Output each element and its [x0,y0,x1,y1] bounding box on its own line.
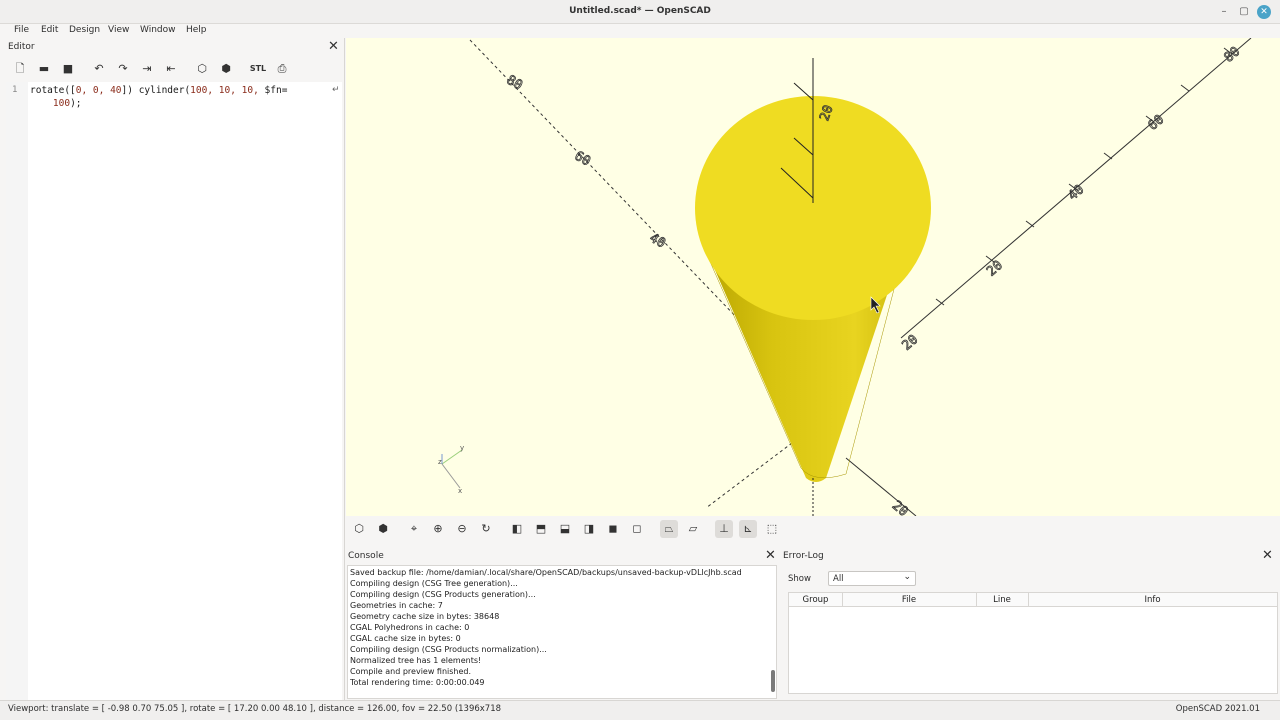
menu-bar: File Edit Design View Window Help [0,24,1280,38]
column-header-group[interactable]: Group [789,595,842,605]
console-line: CGAL Polyhedrons in cache: 0 [350,623,470,632]
view-left-icon[interactable]: ◨ [580,520,598,538]
view-front-icon[interactable]: ◼ [604,520,622,538]
console-scrollbar[interactable] [771,670,775,692]
chevron-down-icon: ⌄ [903,572,911,582]
show-scale-markers-icon[interactable]: ⊾ [739,520,757,538]
send-to-printer-icon[interactable]: ⎙ [273,60,291,78]
preview-icon[interactable]: ⬡ [193,60,211,78]
reset-view-icon[interactable]: ↻ [477,520,495,538]
column-header-file[interactable]: File [842,595,976,605]
axis-label: 20 [889,498,911,516]
menu-window[interactable]: Window [140,25,176,35]
show-filter-select[interactable]: All ⌄ [828,571,916,586]
column-header-line[interactable]: Line [976,595,1028,605]
axis-negative-y [705,442,793,509]
editor-toolbar: 🗋 ▬ ■ ↶ ↷ ⇥ ⇤ ⬡ ⬢ STL ⎙ [8,60,338,80]
zoom-out-icon[interactable]: ⊖ [453,520,471,538]
axis-label: 20 [900,332,922,354]
console-line: Total rendering time: 0:00:00.049 [350,678,485,687]
console-title: Console [348,551,384,561]
menu-file[interactable]: File [14,25,29,35]
line-number: 1 [12,85,18,95]
window-title: Untitled.scad* — OpenSCAD [569,6,711,16]
perspective-icon[interactable]: ⏢ [660,520,678,538]
console-line: Compiling design (CSG Products generatio… [350,590,536,599]
viewport-status: Viewport: translate = [ -0.98 0.70 75.05… [8,704,502,714]
error-table-header: Group File Line Info [789,593,1277,607]
svg-text:x: x [458,487,462,495]
code-editor[interactable]: 1 rotate([0, 0, 40]) cylinder(100, 10, 1… [6,82,342,700]
console-line: Compiling design (CSG Products normaliza… [350,645,547,654]
column-header-info[interactable]: Info [1028,595,1277,605]
title-bar: Untitled.scad* — OpenSCAD – ▢ ✕ [0,0,1280,24]
error-log-panel: Error-Log ✕ Show All ⌄ Group File Line I… [780,548,1280,700]
axis-label: 20 [984,258,1006,280]
open-file-icon[interactable]: ▬ [35,60,53,78]
show-edges-icon[interactable]: ⬚ [763,520,781,538]
close-icon[interactable]: ✕ [1262,548,1273,563]
axis-label: 80 [504,73,525,94]
status-bar: Viewport: translate = [ -0.98 0.70 75.05… [0,700,1280,720]
menu-view[interactable]: View [108,25,129,35]
svg-text:y: y [460,444,464,452]
orthogonal-icon[interactable]: ▱ [684,520,702,538]
axis-label: 40 [1066,182,1088,204]
export-stl-icon[interactable]: STL [249,60,267,78]
close-window-icon[interactable]: ✕ [1257,5,1271,19]
editor-panel: Editor ✕ 🗋 ▬ ■ ↶ ↷ ⇥ ⇤ ⬡ ⬢ STL ⎙ 1 rotat… [0,38,345,700]
zoom-in-icon[interactable]: ⊕ [429,520,447,538]
render-icon[interactable]: ⬢ [217,60,235,78]
3d-viewport[interactable]: 80 60 40 20 20 40 60 80 20 20 z x y [346,38,1280,516]
undo-icon[interactable]: ↶ [90,60,108,78]
menu-design[interactable]: Design [69,25,100,35]
view-all-icon[interactable]: ⌖ [405,520,423,538]
redo-icon[interactable]: ↷ [114,60,132,78]
view-toolbar: ⬡ ⬢ ⌖ ⊕ ⊖ ↻ ◧ ⬒ ⬓ ◨ ◼ ◻ ⏢ ▱ ⊥ ⊾ ⬚ [346,516,1280,542]
show-label: Show [788,574,811,584]
console-line: Compile and preview finished. [350,667,472,676]
axis-label: 60 [572,149,593,170]
view-right-icon[interactable]: ◧ [508,520,526,538]
preview-icon[interactable]: ⬡ [350,520,368,538]
menu-help[interactable]: Help [186,25,207,35]
console-line: Normalized tree has 1 elements! [350,656,482,665]
viewport-canvas: 80 60 40 20 20 40 60 80 20 20 z x y [438,38,1252,516]
console-line: Geometries in cache: 7 [350,601,443,610]
console-line: Compiling design (CSG Tree generation)..… [350,579,518,588]
console-line: Geometry cache size in bytes: 38648 [350,612,500,621]
wrap-indicator-icon: ↵ [332,85,340,95]
editor-title: Editor [8,42,35,52]
view-back-icon[interactable]: ◻ [628,520,646,538]
unindent-icon[interactable]: ⇤ [162,60,180,78]
close-icon[interactable]: ✕ [328,39,339,54]
code-text: rotate([0, 0, 40]) cylinder(100, 10, 10,… [30,85,288,109]
error-log-title: Error-Log [783,551,824,561]
axes-indicator: z x y [438,444,464,495]
minimize-icon[interactable]: – [1217,5,1231,19]
console-line: CGAL cache size in bytes: 0 [350,634,461,643]
maximize-icon[interactable]: ▢ [1237,5,1251,19]
axis-label: 60 [1146,112,1168,134]
svg-text:z: z [438,458,442,466]
console-panel: Console ✕ Saved backup file: /home/damia… [346,548,778,700]
render-icon[interactable]: ⬢ [374,520,392,538]
view-bottom-icon[interactable]: ⬓ [556,520,574,538]
new-file-icon[interactable]: 🗋 [11,60,29,78]
view-top-icon[interactable]: ⬒ [532,520,550,538]
console-line: Saved backup file: /home/damian/.local/s… [350,568,742,577]
console-output[interactable]: Saved backup file: /home/damian/.local/s… [347,565,777,699]
close-icon[interactable]: ✕ [765,548,776,563]
save-file-icon[interactable]: ■ [59,60,77,78]
version-label: OpenSCAD 2021.01 [1175,704,1260,714]
menu-edit[interactable]: Edit [41,25,58,35]
line-gutter: 1 [6,82,28,700]
indent-icon[interactable]: ⇥ [138,60,156,78]
axis-label: 40 [647,231,668,252]
show-axes-icon[interactable]: ⊥ [715,520,733,538]
error-table: Group File Line Info [788,592,1278,694]
